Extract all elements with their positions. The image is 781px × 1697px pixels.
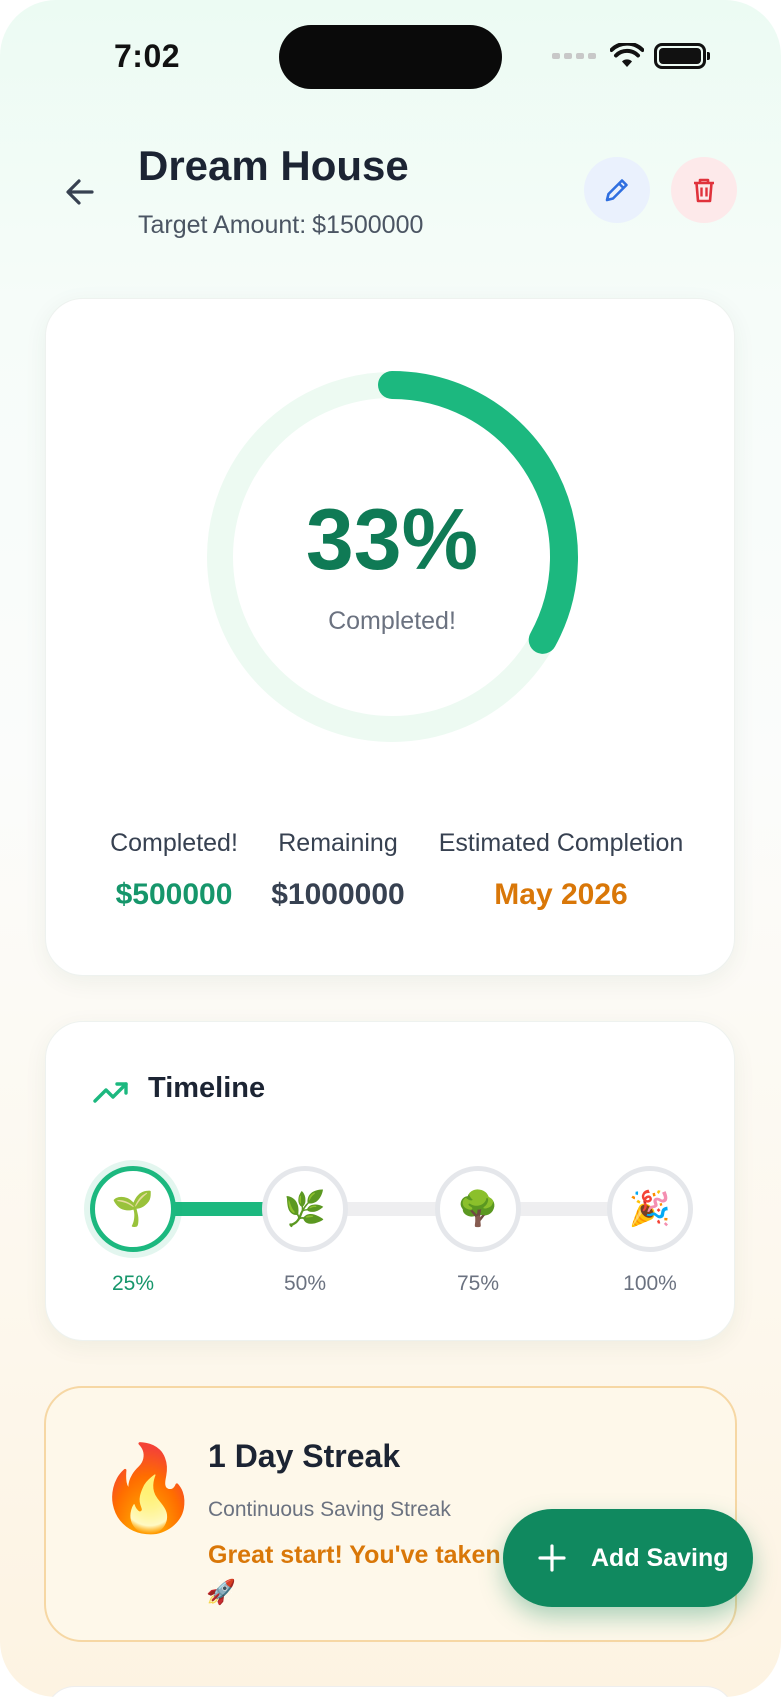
stat-completed: Completed! $500000 bbox=[103, 829, 245, 912]
status-time: 7:02 bbox=[114, 38, 181, 74]
stat-value: $1000000 bbox=[271, 878, 405, 911]
milestone-label: 75% bbox=[456, 1272, 500, 1295]
page-title: Dream House bbox=[138, 142, 409, 189]
pencil-icon bbox=[605, 179, 628, 202]
streak-subtitle: Continuous Saving Streak bbox=[208, 1498, 451, 1521]
trending-up-icon bbox=[93, 1082, 128, 1103]
trash-icon bbox=[694, 178, 714, 203]
streak-title: 1 Day Streak bbox=[208, 1438, 401, 1474]
seedling-icon: 🌱 bbox=[111, 1190, 155, 1228]
stat-label: Estimated Completion bbox=[438, 829, 684, 857]
stat-label: Completed! bbox=[110, 829, 238, 857]
tree-icon: 🌳 bbox=[456, 1190, 500, 1228]
target-amount-label: Target Amount: bbox=[138, 211, 307, 239]
add-saving-button[interactable]: Add Saving bbox=[503, 1509, 753, 1607]
fire-icon: 🔥 bbox=[96, 1441, 201, 1535]
timeline-track bbox=[132, 1202, 652, 1216]
percent-caption: Completed! bbox=[328, 607, 456, 635]
herb-icon: 🌿 bbox=[283, 1190, 327, 1228]
screen: 7:02 Dream House Target Amount:$1500000 bbox=[0, 0, 781, 1697]
delete-button[interactable] bbox=[671, 157, 737, 223]
dynamic-island bbox=[279, 25, 502, 89]
streak-message: Great start! You've taken t bbox=[208, 1541, 516, 1569]
timeline-title: Timeline bbox=[148, 1072, 266, 1104]
stat-remaining: Remaining $1000000 bbox=[264, 829, 412, 912]
progress-card: 33% Completed! Completed! $500000 Remain… bbox=[45, 298, 735, 976]
battery-icon bbox=[654, 43, 710, 69]
plus-icon bbox=[538, 1544, 566, 1572]
status-icons bbox=[552, 42, 710, 70]
stat-value: $500000 bbox=[115, 878, 233, 911]
rocket-icon: 🚀 bbox=[206, 1579, 236, 1606]
percent-complete: 33% bbox=[305, 492, 479, 588]
edit-button[interactable] bbox=[584, 157, 650, 223]
stat-estimated-completion: Estimated Completion May 2026 bbox=[416, 829, 706, 912]
stat-label: Remaining bbox=[278, 829, 398, 857]
timeline-card: Timeline 🌱 🌿 🌳 🎉 25% 50% 75% 100% bbox=[45, 1021, 735, 1341]
milestone-label: 50% bbox=[283, 1272, 327, 1295]
milestone-label: 25% bbox=[111, 1272, 155, 1295]
milestone-node-75: 🌳 bbox=[435, 1166, 521, 1252]
stat-value: May 2026 bbox=[494, 878, 628, 911]
next-card-peek bbox=[45, 1686, 735, 1697]
target-amount-value: $1500000 bbox=[312, 211, 424, 239]
milestone-label: 100% bbox=[623, 1272, 677, 1295]
milestone-node-100: 🎉 bbox=[607, 1166, 693, 1252]
milestone-node-50: 🌿 bbox=[262, 1166, 348, 1252]
add-saving-label: Add Saving bbox=[591, 1543, 729, 1572]
target-amount: Target Amount: $1500000 bbox=[138, 211, 423, 240]
milestone-node-25: 🌱 bbox=[90, 1166, 176, 1252]
wifi-icon bbox=[610, 43, 644, 67]
back-arrow-icon[interactable] bbox=[60, 172, 100, 212]
party-popper-icon: 🎉 bbox=[628, 1190, 672, 1228]
cellular-signal-icon bbox=[552, 53, 596, 59]
